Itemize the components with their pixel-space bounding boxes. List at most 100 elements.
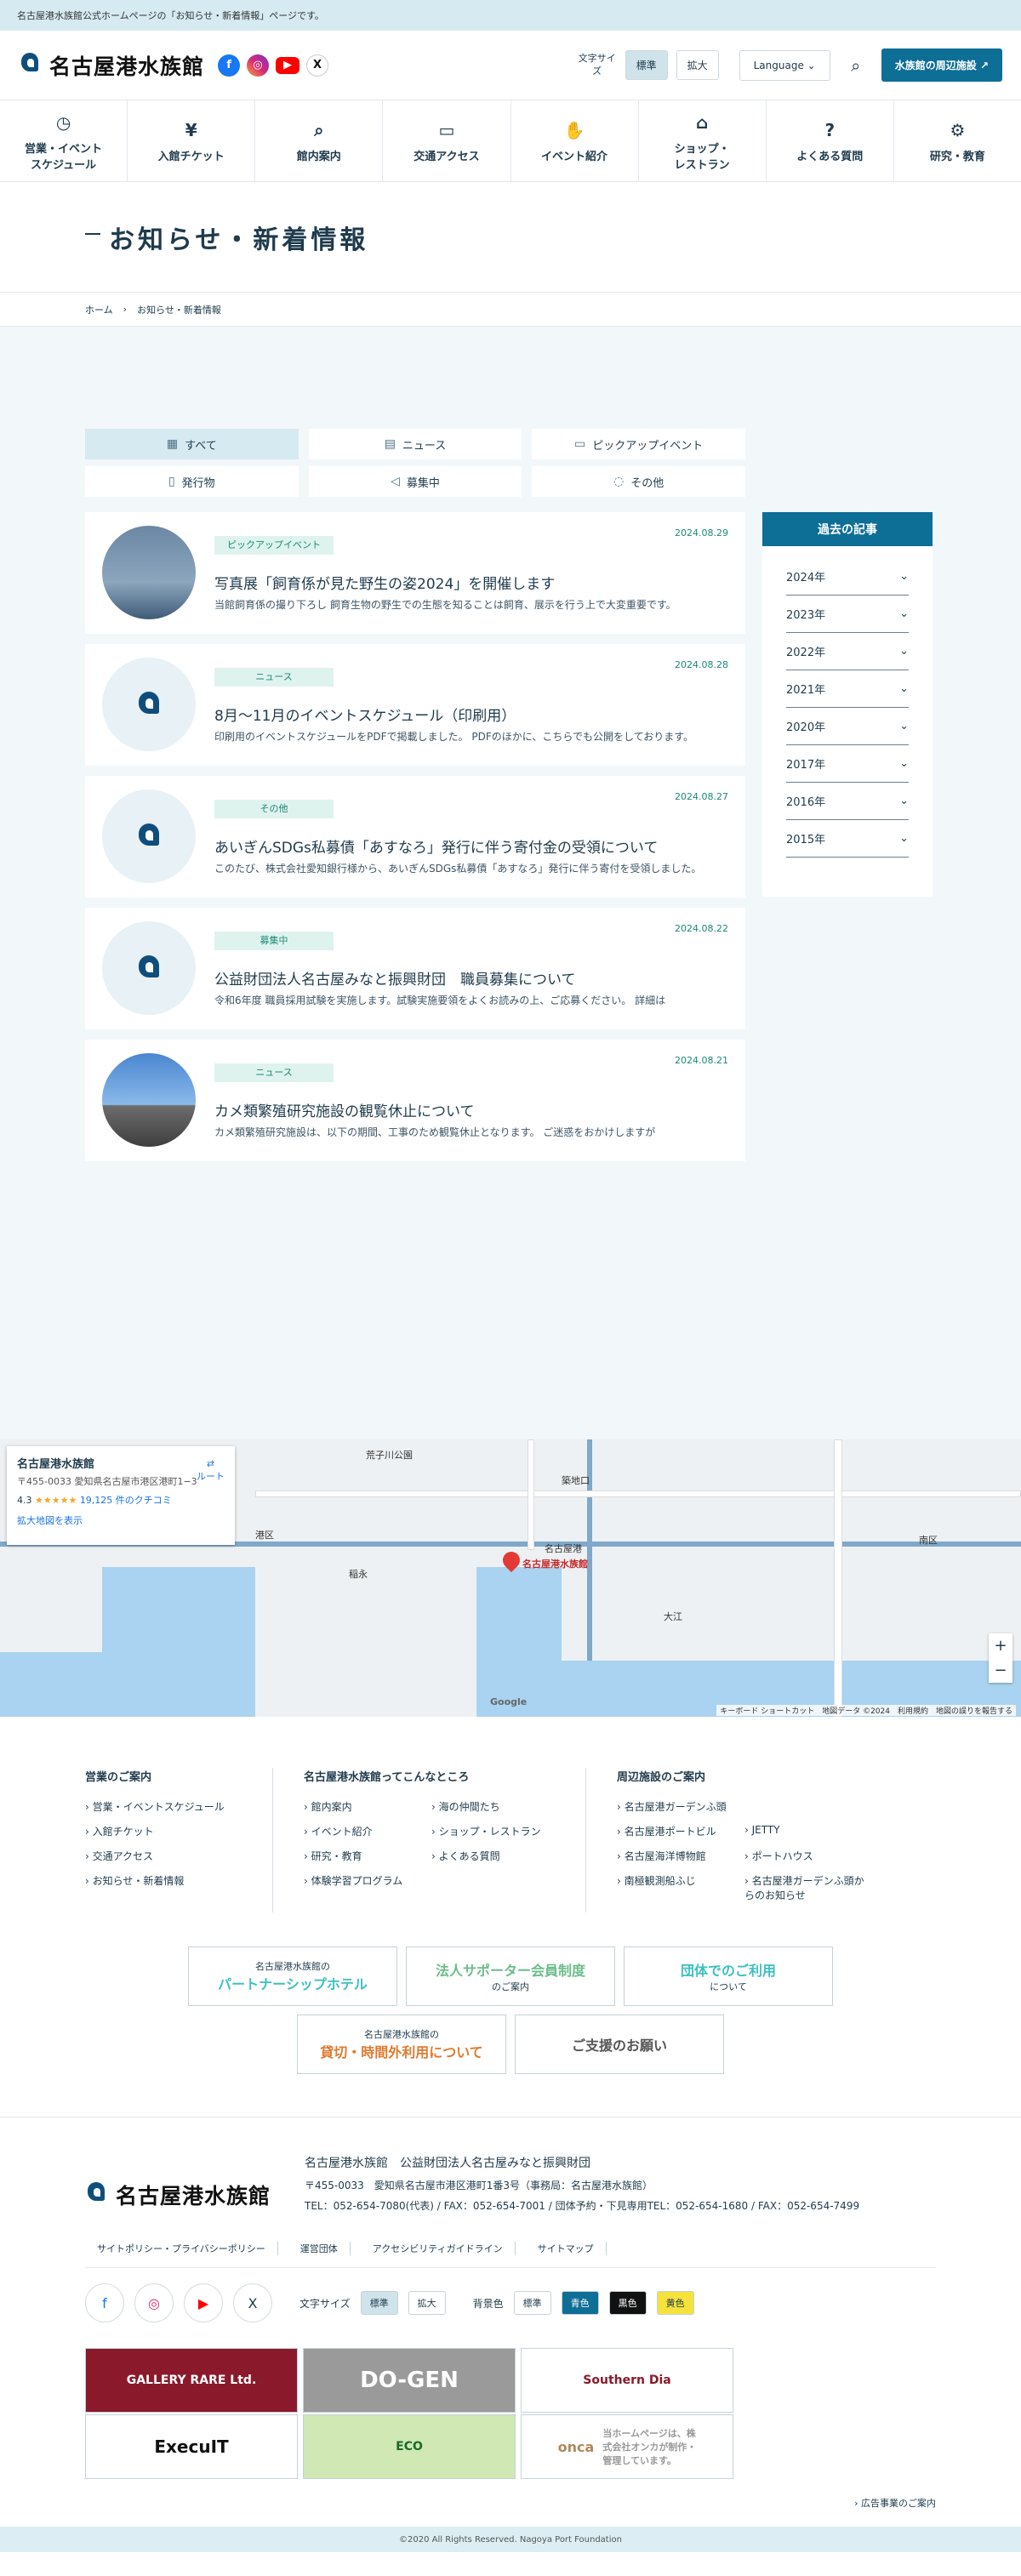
footer-link[interactable]: 南極観測船ふじ: [617, 1873, 744, 1902]
footer-logo[interactable]: 名古屋港水族館: [85, 2174, 271, 2216]
font-size-standard-button[interactable]: 標準: [625, 50, 668, 80]
topbar-text: 名古屋港水族館公式ホームページの「お知らせ・新着情報」ページです。: [17, 10, 324, 21]
news-card[interactable]: ニュース 8月〜11月のイベントスケジュール（印刷用） 印刷用のイベントスケジュール…: [85, 644, 745, 766]
banner-group-use[interactable]: 団体でのご利用 について: [624, 1946, 833, 2006]
news-card[interactable]: 募集中 公益財団法人名古屋みなと振興財団 職員募集について 令和6年度 職員採用試験…: [85, 908, 745, 1029]
language-select[interactable]: Language ⌄: [739, 49, 830, 81]
bg-standard-button[interactable]: 標準: [513, 2291, 551, 2315]
filter-publications[interactable]: ▯ 発行物: [85, 466, 299, 497]
ad-dogen[interactable]: DO-GEN: [303, 2348, 516, 2413]
nav-item-research[interactable]: ⚙ 研究・教育: [894, 100, 1021, 181]
breadcrumb-home[interactable]: ホーム: [85, 303, 113, 316]
zoom-out-icon[interactable]: −: [994, 1661, 1007, 1679]
banner-support[interactable]: ご支援のお願い: [515, 2015, 724, 2074]
nav-item-access[interactable]: ▭ 交通アクセス: [383, 100, 511, 181]
archive-year-2020[interactable]: 2020年 ⌄: [786, 708, 909, 745]
bg-blue-button[interactable]: 青色: [561, 2291, 599, 2315]
filter-all[interactable]: ▦ すべて: [85, 429, 299, 459]
building-photo: [102, 1053, 196, 1147]
footer-link[interactable]: サイトポリシー・プライバシーポリシー: [85, 2242, 278, 2255]
ad-onca[interactable]: onca 当ホームページは、株式会社オンカが制作・管理しています。: [521, 2414, 733, 2479]
x-icon[interactable]: X: [306, 54, 329, 77]
ad-execuit[interactable]: ExecuIT: [85, 2414, 298, 2479]
footer-link[interactable]: 運営団体: [288, 2242, 351, 2255]
nav-item-floor-guide[interactable]: ⌕ 館内案内: [255, 100, 384, 181]
footer-link[interactable]: お知らせ・新着情報: [85, 1873, 247, 1888]
instagram-icon[interactable]: ◎: [247, 54, 270, 77]
footer-link[interactable]: 体験学習プログラム: [304, 1873, 431, 1888]
filter-other[interactable]: ◌ その他: [532, 466, 745, 497]
ad-eco[interactable]: ECO: [303, 2414, 516, 2479]
nav-item-schedule[interactable]: ◷ 営業・イベント スケジュール: [0, 100, 128, 181]
banner-big: 法人サポーター会員制度: [435, 1963, 585, 1979]
footer-address: 〒455-0033 愛知県名古屋市港区港町1番3号（事務局：名古屋港水族館）: [305, 2180, 653, 2191]
ad-info-link[interactable]: › 広告事業のご案内: [85, 2496, 936, 2510]
banner-private-use[interactable]: 名古屋港水族館の 貸切・時間外利用について: [297, 2015, 506, 2074]
footer-link[interactable]: 館内案内: [304, 1799, 431, 1814]
footer-link[interactable]: 入館チケット: [85, 1824, 247, 1838]
footer-link[interactable]: アクセシビリティガイドライン: [361, 2242, 516, 2255]
zoom-in-icon[interactable]: +: [994, 1637, 1007, 1655]
google-map[interactable]: 名古屋港水族館 〒455-0033 愛知県名古屋市港区港町1−3 4.3 ★★★…: [0, 1439, 1021, 1717]
footer-link[interactable]: サイトマップ: [526, 2242, 607, 2255]
font-size-standard-button[interactable]: 標準: [360, 2291, 398, 2315]
site-header: 名古屋港水族館 f ◎ ▶ X 文字サイズ 標準 拡大 Language ⌄ ⌕…: [0, 31, 1021, 100]
x-icon[interactable]: X: [233, 2283, 272, 2322]
footer-link[interactable]: 営業・イベントスケジュール: [85, 1799, 247, 1814]
news-card[interactable]: その他 あいぎんSDGs私募債「あすなろ」発行に伴う寄付金の受領について このたび、…: [85, 776, 745, 898]
filter-pickup-event[interactable]: ▭ ピックアップイベント: [532, 429, 745, 459]
youtube-icon[interactable]: ▶: [276, 56, 300, 74]
promo-banners: 名古屋港水族館の パートナーシップホテル 法人サポーター会員制度 のご案内 団体での…: [170, 1946, 851, 2117]
nav-item-shop[interactable]: ⌂ ショップ・ レストラン: [639, 100, 767, 181]
map-route-button[interactable]: ⇄ ルート: [197, 1458, 225, 1483]
ad-southern-dia[interactable]: Southern Dia: [521, 2348, 733, 2413]
footer-link[interactable]: よくある質問: [431, 1849, 559, 1863]
footer-link[interactable]: ショップ・レストラン: [431, 1824, 559, 1838]
font-size-large-button[interactable]: 拡大: [676, 50, 719, 80]
map-reviews-link[interactable]: 19,125 件のクチコミ: [80, 1495, 172, 1506]
chevron-down-icon: ⌄: [899, 720, 909, 732]
filter-recruiting[interactable]: ◁ 募集中: [308, 466, 522, 497]
archive-year-2023[interactable]: 2023年 ⌄: [786, 596, 909, 633]
site-logo[interactable]: 名古屋港水族館: [19, 50, 204, 81]
ad-gallery-rare[interactable]: GALLERY RARE Ltd.: [85, 2348, 298, 2413]
facebook-icon[interactable]: f: [85, 2283, 124, 2322]
news-card[interactable]: ピックアップイベント 写真展「飼育係が見た野生の姿2024」を開催します 当館飼育係…: [85, 512, 745, 634]
banner-corporate-supporter[interactable]: 法人サポーター会員制度 のご案内: [406, 1946, 615, 2006]
yen-icon: ¥: [185, 120, 197, 140]
banner-partner-hotel[interactable]: 名古屋港水族館の パートナーシップホテル: [188, 1946, 397, 2006]
map-enlarge-link[interactable]: 拡大地図を表示: [17, 1513, 225, 1527]
archive-year-2017[interactable]: 2017年 ⌄: [786, 745, 909, 783]
archive-year-2015[interactable]: 2015年 ⌄: [786, 820, 909, 858]
nearby-facilities-button[interactable]: 水族館の周辺施設 ↗: [881, 48, 1002, 82]
search-button[interactable]: ⌕: [839, 48, 873, 83]
news-card[interactable]: ニュース カメ類繁殖研究施設の観覧休止について カメ類繁殖研究施設は、以下の期間、工…: [85, 1040, 745, 1161]
instagram-icon[interactable]: ◎: [134, 2283, 174, 2322]
nav-item-tickets[interactable]: ¥ 入館チケット: [128, 100, 256, 181]
footer-link[interactable]: 名古屋港ポートビル: [617, 1824, 744, 1838]
facebook-icon[interactable]: f: [218, 54, 241, 77]
filter-news[interactable]: ▤ ニュース: [308, 429, 522, 459]
nav-item-faq[interactable]: ? よくある質問: [767, 100, 894, 181]
archive-year-2021[interactable]: 2021年 ⌄: [786, 670, 909, 708]
footer-link[interactable]: イベント紹介: [304, 1824, 431, 1838]
news-date: 2024.08.21: [675, 1055, 728, 1066]
footer-link[interactable]: 名古屋港ガーデンふ頭からのお知らせ: [744, 1873, 872, 1902]
footer-link[interactable]: 交通アクセス: [85, 1849, 247, 1863]
footer-link[interactable]: 名古屋海洋博物館: [617, 1849, 744, 1863]
nav-item-events[interactable]: ✋ イベント紹介: [511, 100, 639, 181]
footer-link[interactable]: JETTY: [744, 1824, 872, 1838]
map-pin-icon[interactable]: [503, 1552, 520, 1576]
bg-yellow-button[interactable]: 黄色: [656, 2291, 694, 2315]
map-label: 荒子川公園: [366, 1450, 413, 1461]
youtube-icon[interactable]: ▶: [184, 2283, 223, 2322]
bg-black-button[interactable]: 黒色: [608, 2291, 647, 2315]
footer-link[interactable]: 名古屋港ガーデンふ頭: [617, 1799, 902, 1814]
archive-year-2016[interactable]: 2016年 ⌄: [786, 783, 909, 820]
font-size-large-button[interactable]: 拡大: [408, 2291, 446, 2315]
footer-link[interactable]: 海の仲間たち: [431, 1799, 559, 1814]
archive-year-2024[interactable]: 2024年 ⌄: [786, 558, 909, 596]
archive-year-2022[interactable]: 2022年 ⌄: [786, 633, 909, 670]
footer-link[interactable]: 研究・教育: [304, 1849, 431, 1863]
footer-link[interactable]: ポートハウス: [744, 1849, 872, 1863]
